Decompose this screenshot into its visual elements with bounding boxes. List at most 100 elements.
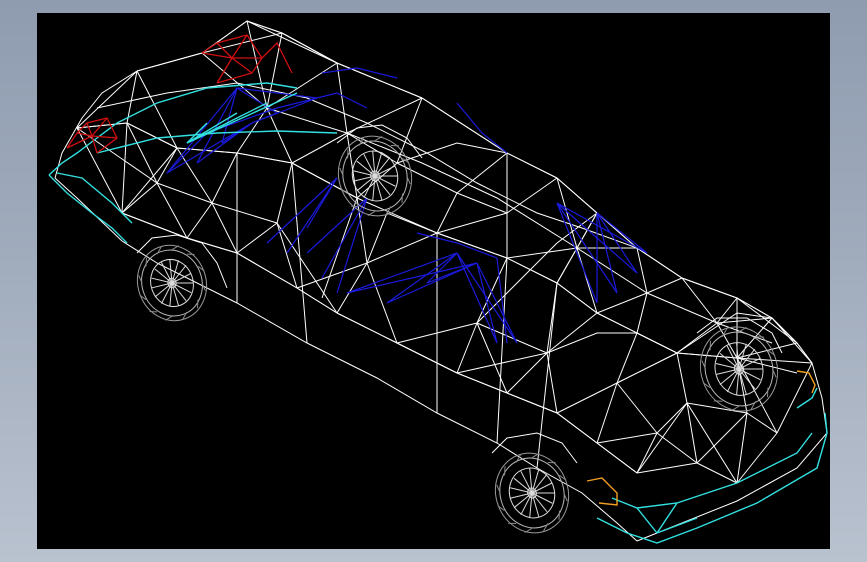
hood-front-crease	[616, 312, 773, 384]
mesh-edge	[156, 182, 213, 204]
mesh-edge	[126, 122, 158, 184]
mesh-edge	[186, 202, 213, 239]
front-side-glass-edge	[456, 252, 498, 344]
rear-window-edge	[166, 87, 238, 174]
mesh-edge	[636, 292, 648, 334]
rear-bumper-top	[48, 82, 298, 176]
front-side-glass-edge	[476, 262, 518, 344]
mesh-edge	[236, 222, 278, 254]
mesh-edge	[396, 342, 458, 374]
mesh-edge	[676, 352, 688, 404]
rear-right-wheel	[337, 135, 413, 217]
mesh-edge	[506, 352, 548, 394]
windshield-edge	[596, 212, 648, 254]
mesh-edge	[546, 352, 558, 414]
tread-edge	[731, 405, 740, 412]
front-side-glass-edge	[386, 252, 458, 304]
mesh-edge	[121, 147, 178, 214]
mesh-edge	[636, 332, 678, 354]
mesh-edge	[436, 192, 458, 234]
mesh-edge	[366, 262, 398, 344]
mesh-edge	[776, 362, 813, 434]
mesh-edge	[636, 247, 648, 294]
mesh-edge	[156, 182, 188, 239]
mesh-edge	[136, 52, 203, 72]
mesh-edge	[246, 20, 283, 34]
wireframe-car-model	[48, 20, 828, 544]
front-side-glass-edge	[346, 262, 478, 294]
spoke	[738, 368, 761, 381]
front-bumper-lower	[596, 412, 828, 544]
bumper-mesh	[48, 82, 828, 544]
mesh-edge	[556, 247, 578, 284]
mesh-edge	[636, 402, 688, 474]
mesh-edge	[336, 62, 423, 99]
mesh-edge	[596, 442, 638, 474]
mesh-edge	[656, 402, 688, 434]
indicator-mesh	[586, 370, 816, 506]
mesh-edge	[546, 312, 598, 354]
mesh-edge	[696, 412, 748, 464]
mesh-edge	[656, 432, 698, 464]
mesh-edge	[276, 162, 293, 224]
mesh-edge	[686, 402, 698, 464]
mesh-edge	[596, 312, 638, 334]
cowl-line	[546, 332, 637, 354]
mesh-edge	[506, 177, 558, 214]
mesh-edge	[616, 382, 658, 434]
rear-side-glass-edge	[266, 177, 338, 244]
mesh-edge	[436, 212, 508, 234]
rear-bumper-corner	[48, 174, 128, 244]
mesh-edge	[596, 432, 658, 444]
mesh-edge	[211, 202, 278, 224]
mesh-edge	[201, 52, 268, 109]
mesh-edge	[556, 412, 598, 444]
tail-light-right-mesh	[231, 57, 253, 74]
mesh-edge	[76, 127, 158, 184]
mesh-edge	[546, 282, 558, 354]
mesh-edge	[646, 277, 683, 294]
mesh-edge	[506, 247, 578, 259]
rear-deck-mesh	[186, 92, 298, 144]
rocker-outline	[54, 177, 638, 542]
mesh-edge	[616, 332, 638, 384]
roof-glass-edge	[321, 67, 398, 79]
sunroof-edge	[456, 102, 508, 154]
roof-crease	[266, 107, 773, 344]
spoke	[531, 492, 553, 504]
mesh-edge	[506, 257, 558, 284]
cad-viewport[interactable]	[37, 13, 830, 549]
mesh-edge	[121, 212, 188, 239]
spoke	[171, 282, 192, 294]
mesh-edge	[291, 162, 358, 199]
tail-light-left-mesh	[86, 122, 93, 137]
mesh-edge	[456, 192, 508, 214]
mesh-edge	[236, 152, 293, 164]
rear-window-edge	[251, 97, 318, 124]
mesh-edge	[266, 32, 283, 109]
spoke	[531, 482, 553, 494]
mesh-edge	[291, 132, 348, 164]
car-glass-mesh	[166, 67, 648, 344]
windshield-edge	[556, 202, 648, 254]
front-side-glass-edge	[346, 252, 458, 294]
mesh-edge	[281, 32, 338, 64]
mesh-edge	[636, 462, 698, 474]
mesh-edge	[336, 62, 348, 134]
front-door-seam	[496, 257, 508, 444]
spoke	[374, 175, 396, 187]
windshield-base	[476, 212, 598, 324]
mesh-edge	[506, 392, 558, 414]
tread-edge	[738, 326, 747, 333]
front-bumper-mesh	[636, 507, 658, 534]
mesh-edge	[436, 232, 508, 259]
front-corner-edge	[796, 387, 818, 409]
wheels	[136, 135, 779, 534]
mesh-edge	[686, 402, 748, 414]
mesh-edge	[636, 432, 658, 474]
mesh-edge	[336, 312, 398, 344]
rear-side-glass-edge	[306, 177, 338, 229]
mesh-edge	[456, 152, 508, 194]
mesh-edge	[506, 152, 558, 179]
mesh-edge	[121, 122, 128, 214]
